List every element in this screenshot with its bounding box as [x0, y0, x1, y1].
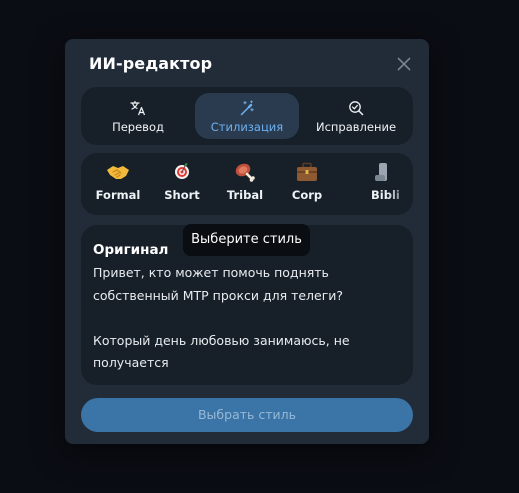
tab-stylize[interactable]: Стилизация [195, 93, 299, 139]
style-corp[interactable]: Corp [279, 161, 335, 202]
style-formal-label: Formal [95, 188, 141, 202]
magic-wand-icon [240, 100, 254, 116]
target-icon [175, 163, 189, 179]
style-short-label: Short [164, 188, 200, 202]
tab-translate-label: Перевод [112, 120, 164, 134]
tab-correct[interactable]: Исправление [309, 93, 403, 139]
style-tribal[interactable]: Tribal [217, 161, 273, 202]
close-icon[interactable] [395, 55, 413, 73]
choose-style-button[interactable]: Выбрать стиль [81, 398, 413, 432]
translate-icon [130, 100, 146, 116]
style-tooltip: Выберите стиль [183, 224, 310, 256]
style-corp-label: Corp [291, 188, 323, 202]
style-short[interactable]: Short [154, 161, 210, 202]
handshake-icon [107, 166, 129, 179]
meat-icon [235, 163, 255, 182]
style-formal[interactable]: Formal [90, 161, 146, 202]
tab-stylize-label: Стилизация [210, 120, 284, 134]
style-list-fade [387, 153, 413, 215]
tab-translate[interactable]: Перевод [95, 93, 181, 139]
mode-tabs: Перевод Стилизация Исправление [81, 87, 413, 145]
briefcase-icon [297, 162, 317, 181]
dialog-title: ИИ-редактор [89, 54, 213, 73]
tab-correct-label: Исправление [315, 120, 397, 134]
original-text: Привет, кто может помочь поднять собстве… [93, 265, 350, 370]
original-header: Оригинал [93, 242, 169, 258]
style-tribal-label: Tribal [226, 188, 264, 202]
style-list: Formal Short Tribal Corp Bibli [81, 153, 413, 215]
spellcheck-icon [349, 101, 364, 116]
